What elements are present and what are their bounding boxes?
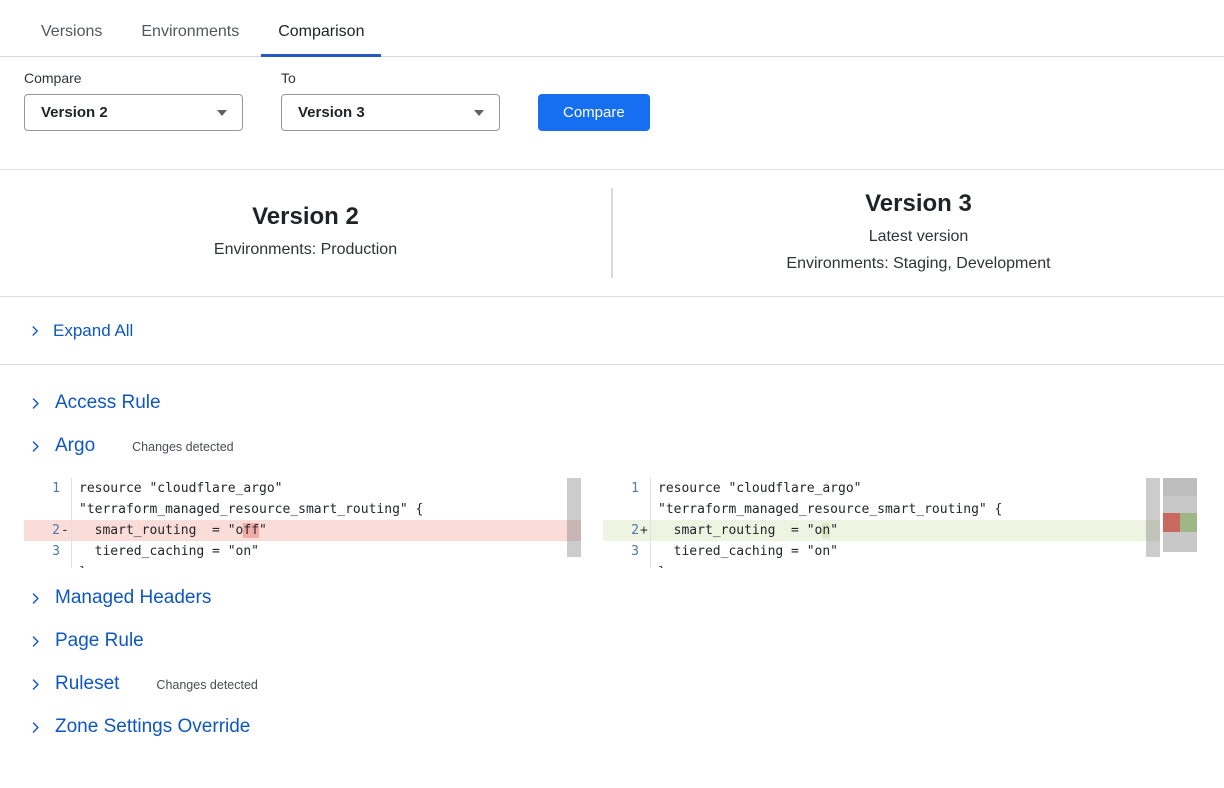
diff-code-left: 1resource "cloudflare_argo""terraform_ma…: [24, 478, 581, 568]
version-left-environments: Environments: Production: [0, 236, 611, 263]
section-access-rule[interactable]: Access Rule: [0, 392, 1224, 414]
section-managed-headers[interactable]: Managed Headers: [0, 587, 1224, 609]
section-label: Managed Headers: [55, 587, 211, 609]
version-right-latest: Latest version: [613, 223, 1224, 250]
diff-minimap[interactable]: [1163, 478, 1197, 552]
diff-line: "terraform_managed_resource_smart_routin…: [603, 499, 1160, 520]
minimap-viewport: [1163, 478, 1197, 496]
diff-line: 3 tiered_caching = "on": [603, 541, 1160, 562]
diff-line: 2+ smart_routing = "on": [603, 520, 1160, 541]
section-label: Argo: [55, 435, 95, 457]
tab-environments[interactable]: Environments: [124, 3, 256, 56]
chevron-right-icon: [29, 397, 42, 410]
chevron-down-icon: [474, 110, 484, 116]
expand-all-label: Expand All: [53, 321, 133, 341]
compare-from-select[interactable]: Version 2: [24, 94, 243, 131]
compare-to-group: To Version 3: [281, 70, 500, 131]
minimap-deletion-marker: [1163, 513, 1180, 532]
compare-to-select[interactable]: Version 3: [281, 94, 500, 131]
chevron-down-icon: [217, 110, 227, 116]
section-label: Page Rule: [55, 630, 144, 652]
diff-pane-gap: [581, 478, 603, 568]
version-left-title: Version 2: [0, 203, 611, 231]
minimap-change-marker: [1163, 513, 1197, 532]
section-label: Zone Settings Override: [55, 716, 250, 738]
expand-all-button[interactable]: Expand All: [0, 297, 1224, 364]
diff-line: 1resource "cloudflare_argo": [603, 478, 1160, 499]
chevron-right-icon: [29, 678, 42, 691]
chevron-right-icon: [29, 635, 42, 648]
comparison-page: Versions Environments Comparison Compare…: [0, 0, 1224, 738]
diff-line: 3 tiered_caching = "on": [24, 541, 581, 562]
diff-pane-left: 1resource "cloudflare_argo""terraform_ma…: [24, 478, 581, 568]
section-label: Ruleset: [55, 673, 119, 695]
section-ruleset[interactable]: Ruleset Changes detected: [0, 673, 1224, 695]
section-argo[interactable]: Argo Changes detected: [0, 435, 1224, 457]
version-headers: Version 2 Environments: Production Versi…: [0, 170, 1224, 296]
tab-versions[interactable]: Versions: [24, 3, 119, 56]
section-label: Access Rule: [55, 392, 161, 414]
left-pane-scrollbar[interactable]: [567, 478, 581, 557]
compare-from-label: Compare: [24, 70, 243, 86]
version-header-left: Version 2 Environments: Production: [0, 203, 611, 263]
diff-line: }: [24, 562, 581, 568]
compare-button[interactable]: Compare: [538, 94, 650, 131]
changes-badge: Changes detected: [132, 440, 233, 454]
version-header-right: Version 3 Latest version Environments: S…: [613, 190, 1224, 277]
argo-diff-viewer: 1resource "cloudflare_argo""terraform_ma…: [24, 478, 1197, 568]
chevron-right-icon: [29, 440, 42, 453]
diff-pane-right: 1resource "cloudflare_argo""terraform_ma…: [603, 478, 1160, 568]
diff-line: 1resource "cloudflare_argo": [24, 478, 581, 499]
tab-comparison[interactable]: Comparison: [261, 3, 381, 56]
diff-code-right: 1resource "cloudflare_argo""terraform_ma…: [603, 478, 1160, 568]
chevron-right-icon: [29, 325, 41, 337]
right-pane-scrollbar[interactable]: [1146, 478, 1160, 557]
diff-line: 2- smart_routing = "off": [24, 520, 581, 541]
changes-badge: Changes detected: [156, 678, 257, 692]
divider: [0, 364, 1224, 365]
version-right-title: Version 3: [613, 190, 1224, 218]
minimap-addition-marker: [1180, 513, 1197, 532]
chevron-right-icon: [29, 592, 42, 605]
compare-controls: Compare Version 2 To Version 3 Compare: [0, 57, 1224, 131]
diff-line: "terraform_managed_resource_smart_routin…: [24, 499, 581, 520]
version-right-environments: Environments: Staging, Development: [613, 250, 1224, 277]
diff-line: }: [603, 562, 1160, 568]
section-zone-settings-override[interactable]: Zone Settings Override: [0, 716, 1224, 738]
section-page-rule[interactable]: Page Rule: [0, 630, 1224, 652]
compare-from-value: Version 2: [41, 104, 108, 121]
compare-from-group: Compare Version 2: [24, 70, 243, 131]
chevron-right-icon: [29, 721, 42, 734]
tab-bar: Versions Environments Comparison: [0, 0, 1224, 57]
compare-to-value: Version 3: [298, 104, 365, 121]
compare-to-label: To: [281, 70, 500, 86]
